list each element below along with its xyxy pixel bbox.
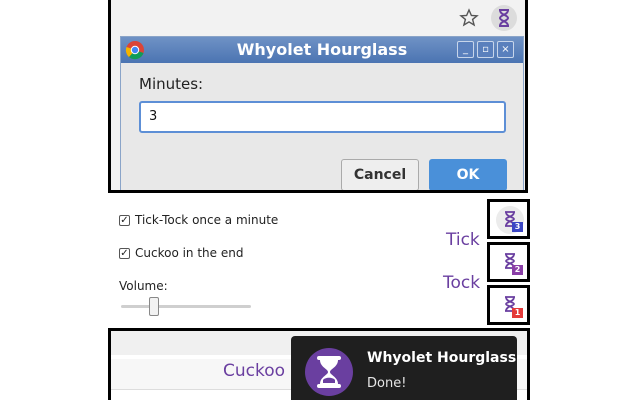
tick-tock-label: Tick-Tock once a minute xyxy=(135,213,279,227)
minimize-button[interactable]: _ xyxy=(457,41,474,58)
tick-annotation: Tick xyxy=(446,230,480,250)
hourglass-icon xyxy=(498,9,510,27)
tock-annotation: Tock xyxy=(443,273,481,293)
badge-number: 1 xyxy=(512,308,523,318)
dialog-screenshot-frame: Whyolet Hourglass _ ▫ × Minutes: 3 Cance… xyxy=(108,0,528,193)
hourglass-extension-button[interactable] xyxy=(491,5,517,31)
maximize-button[interactable]: ▫ xyxy=(477,41,494,58)
cuckoo-label: Cuckoo in the end xyxy=(135,246,244,260)
badge-number: 3 xyxy=(512,222,523,232)
minutes-dialog: Whyolet Hourglass _ ▫ × Minutes: 3 Cance… xyxy=(120,36,524,190)
cancel-button[interactable]: Cancel xyxy=(341,159,419,190)
tick-tock-checkbox[interactable]: ✓ xyxy=(119,214,130,226)
cuckoo-option[interactable]: ✓ Cuckoo in the end xyxy=(119,246,243,260)
minutes-label: Minutes: xyxy=(139,75,204,93)
cuckoo-annotation: Cuckoo xyxy=(223,361,286,381)
notification-body: Done! xyxy=(367,376,407,391)
volume-slider-thumb[interactable] xyxy=(148,297,159,316)
ok-button[interactable]: OK xyxy=(429,159,507,190)
desktop-notification[interactable]: Whyolet Hourglass Done! xyxy=(291,336,517,400)
star-icon[interactable] xyxy=(459,8,479,28)
notification-app-icon xyxy=(305,348,353,396)
badge-3: 3 xyxy=(487,199,530,239)
badge-number: 2 xyxy=(512,265,523,275)
close-button[interactable]: × xyxy=(497,41,514,58)
badge-1: 1 xyxy=(487,285,530,325)
minutes-input[interactable]: 3 xyxy=(139,101,506,133)
hourglass-icon xyxy=(317,356,341,388)
badge-2: 2 xyxy=(487,242,530,282)
tick-tock-option[interactable]: ✓ Tick-Tock once a minute xyxy=(119,213,278,227)
notification-title: Whyolet Hourglass xyxy=(367,350,517,366)
volume-slider-track[interactable] xyxy=(121,305,251,308)
cuckoo-checkbox[interactable]: ✓ xyxy=(119,247,130,259)
volume-label: Volume: xyxy=(119,279,168,293)
dialog-titlebar: Whyolet Hourglass _ ▫ × xyxy=(121,37,523,63)
